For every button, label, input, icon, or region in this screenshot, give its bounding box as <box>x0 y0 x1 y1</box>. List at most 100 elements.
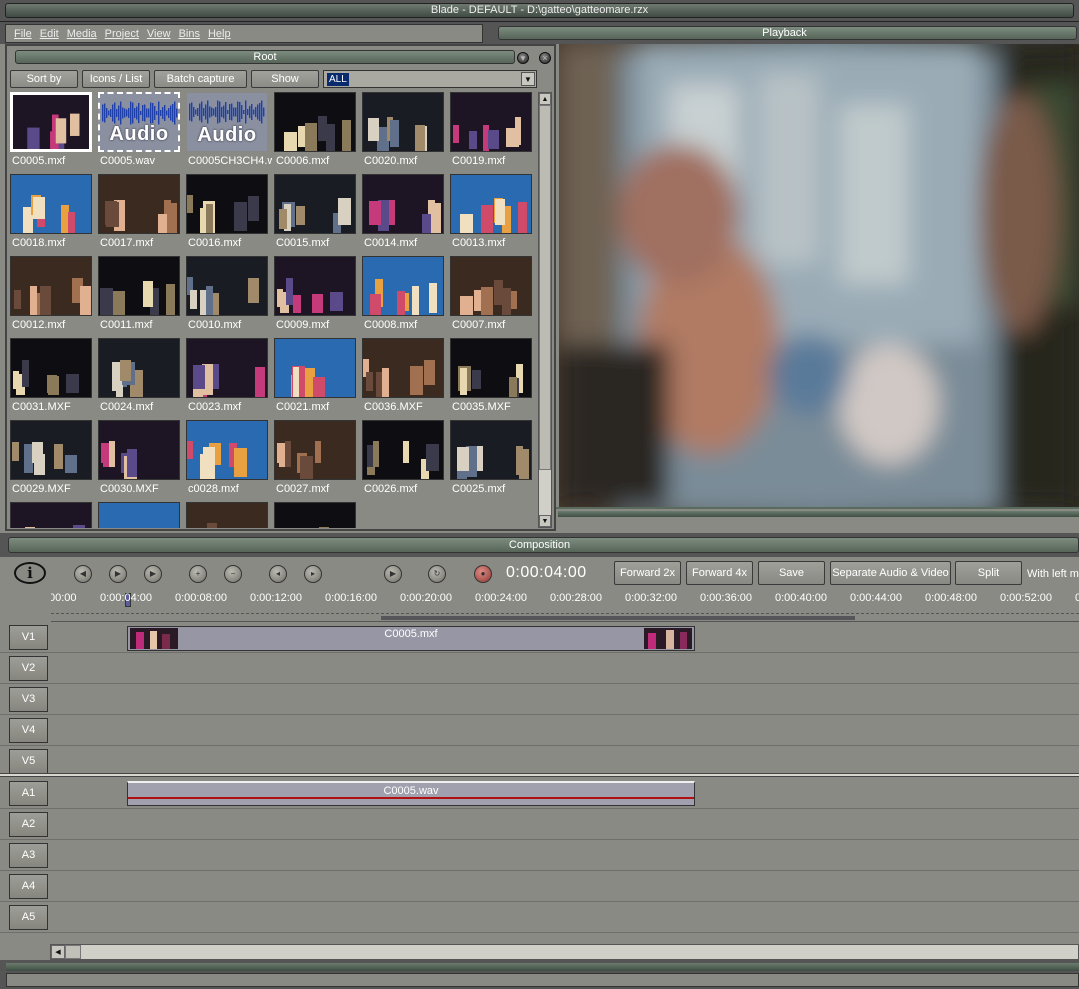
scroll-left-icon[interactable]: ◀ <box>51 945 65 959</box>
bin-item[interactable]: Audio C0005CH3CH4.wav <box>186 92 272 172</box>
track-header-v5[interactable]: V5 <box>9 749 48 774</box>
scroll-down-icon[interactable]: ▼ <box>539 515 551 527</box>
playback-viewer[interactable] <box>559 44 1079 507</box>
show-button[interactable]: Show <box>251 70 319 88</box>
ruler-tick-label: 0:00:48:00 <box>925 592 977 604</box>
track-header-v1[interactable]: V1 <box>9 625 48 650</box>
loop-icon[interactable]: ↻ <box>428 565 446 583</box>
bin-item[interactable]: c0028.mxf <box>186 420 270 500</box>
bin-item[interactable]: C0014.mxf <box>362 174 446 254</box>
bin-item[interactable]: C0007.mxf <box>450 256 534 336</box>
bin-item[interactable]: C0036.MXF <box>362 338 446 418</box>
bin-item[interactable]: Audio C0005.wav <box>98 92 182 172</box>
bin-item[interactable]: C0011.mxf <box>98 256 182 336</box>
bin-item[interactable]: C0006.mxf <box>274 92 358 172</box>
track-header-a5[interactable]: A5 <box>9 905 48 930</box>
separate-audio-video-button[interactable]: Separate Audio & Video <box>830 561 951 585</box>
menu-help[interactable]: Help <box>208 28 231 40</box>
bin-item[interactable]: C0005.mxf <box>10 92 94 172</box>
video-clip[interactable]: C0005.mxf <box>127 626 695 651</box>
menu-view[interactable]: View <box>147 28 171 40</box>
forward-4x-button[interactable]: Forward 4x <box>686 561 753 585</box>
bin-item[interactable]: C0012.mxf <box>10 256 94 336</box>
filter-select[interactable]: ALL ▼ <box>323 70 537 88</box>
bin-item[interactable]: C0018.mxf <box>10 174 94 254</box>
bin-item[interactable]: C0016.mxf <box>186 174 270 254</box>
bin-item[interactable] <box>10 502 94 528</box>
bin-item[interactable]: C0029.MXF <box>10 420 94 500</box>
thumbnail-image <box>275 503 355 528</box>
bin-item[interactable]: C0020.mxf <box>362 92 446 172</box>
thumbnail-image <box>451 93 531 157</box>
status-bar <box>6 973 1079 987</box>
ruler-tick-label: 0:00:36:00 <box>700 592 752 604</box>
go-to-start-icon[interactable]: ◀ <box>74 565 92 583</box>
split-button[interactable]: Split <box>955 561 1022 585</box>
chevron-down-icon[interactable]: ▼ <box>521 72 535 86</box>
track-header-a1[interactable]: A1 <box>9 781 48 806</box>
bin-item[interactable]: C0025.mxf <box>450 420 534 500</box>
record-icon[interactable]: ● <box>474 565 492 583</box>
timeline-hscrollbar[interactable]: ◀ <box>50 944 1079 960</box>
menu-edit[interactable]: Edit <box>40 28 59 40</box>
batch-capture-button[interactable]: Batch capture <box>154 70 247 88</box>
bin-item-name: C0030.MXF <box>100 483 159 495</box>
zoom-out-icon[interactable]: − <box>224 565 242 583</box>
next-frame-icon[interactable]: ▶ <box>384 565 402 583</box>
bin-scrollbar[interactable]: ▲ ▼ <box>538 92 552 528</box>
timeline-zoom-bar[interactable] <box>51 614 1079 622</box>
bin-item[interactable]: C0008.mxf <box>362 256 446 336</box>
bin-item[interactable]: C0030.MXF <box>98 420 182 500</box>
bin-item[interactable]: C0035.MXF <box>450 338 534 418</box>
close-icon[interactable]: × <box>539 52 551 64</box>
mark-in-icon[interactable]: ◂ <box>269 565 287 583</box>
track-header-v4[interactable]: V4 <box>9 718 48 743</box>
track-header-a3[interactable]: A3 <box>9 843 48 868</box>
bin-item[interactable]: C0017.mxf <box>98 174 182 254</box>
mark-out-icon[interactable]: ▸ <box>304 565 322 583</box>
ruler-tick-label: 0:00:40:00 <box>775 592 827 604</box>
bin-item[interactable]: C0026.mxf <box>362 420 446 500</box>
bin-item[interactable] <box>186 502 270 528</box>
bin-item[interactable] <box>98 502 182 528</box>
thumbnail-image <box>451 257 531 321</box>
save-button[interactable]: Save <box>758 561 825 585</box>
video-audio-divider[interactable] <box>0 773 1079 777</box>
track-header-v2[interactable]: V2 <box>9 656 48 681</box>
track-header-a4[interactable]: A4 <box>9 874 48 899</box>
bin-item[interactable]: C0019.mxf <box>450 92 534 172</box>
forward-2x-button[interactable]: Forward 2x <box>614 561 681 585</box>
menu-project[interactable]: Project <box>105 28 139 40</box>
bin-item[interactable]: C0021.mxf <box>274 338 358 418</box>
track-header-v3[interactable]: V3 <box>9 687 48 712</box>
audio-clip[interactable]: C0005.wav <box>127 781 695 806</box>
track-header-a2[interactable]: A2 <box>9 812 48 837</box>
scroll-thumb[interactable] <box>539 105 551 470</box>
timeline-zoom-thumb[interactable] <box>381 616 855 620</box>
composition-header: Composition <box>0 533 1079 557</box>
timeline-ruler[interactable]: 00:00 0:00:04:00 0:00:08:00 0:00:12:00 0:00:… <box>51 591 1079 614</box>
thumbnail-image <box>187 257 267 321</box>
timeline-scroll-thumb[interactable] <box>65 945 81 959</box>
go-to-end-icon[interactable]: ▶ <box>144 565 162 583</box>
chevron-down-icon[interactable]: ▾ <box>517 52 529 64</box>
bin-item[interactable]: C0031.MXF <box>10 338 94 418</box>
audio-level-line[interactable] <box>128 797 694 799</box>
bin-item[interactable]: C0023.mxf <box>186 338 270 418</box>
bin-item[interactable]: C0015.mxf <box>274 174 358 254</box>
video-thumbnail <box>186 338 268 399</box>
menu-media[interactable]: Media <box>67 28 97 40</box>
menu-file[interactable]: File <box>14 28 32 40</box>
sort-by-button[interactable]: Sort by <box>10 70 78 88</box>
bin-item[interactable]: C0027.mxf <box>274 420 358 500</box>
play-icon[interactable]: ▶ <box>109 565 127 583</box>
bin-item[interactable] <box>274 502 358 528</box>
icons-list-button[interactable]: Icons / List <box>82 70 150 88</box>
bin-item[interactable]: C0024.mxf <box>98 338 182 418</box>
bin-item[interactable]: C0013.mxf <box>450 174 534 254</box>
menu-bins[interactable]: Bins <box>179 28 200 40</box>
bin-item[interactable]: C0009.mxf <box>274 256 358 336</box>
scroll-up-icon[interactable]: ▲ <box>539 93 551 105</box>
bin-item[interactable]: C0010.mxf <box>186 256 270 336</box>
zoom-in-icon[interactable]: + <box>189 565 207 583</box>
